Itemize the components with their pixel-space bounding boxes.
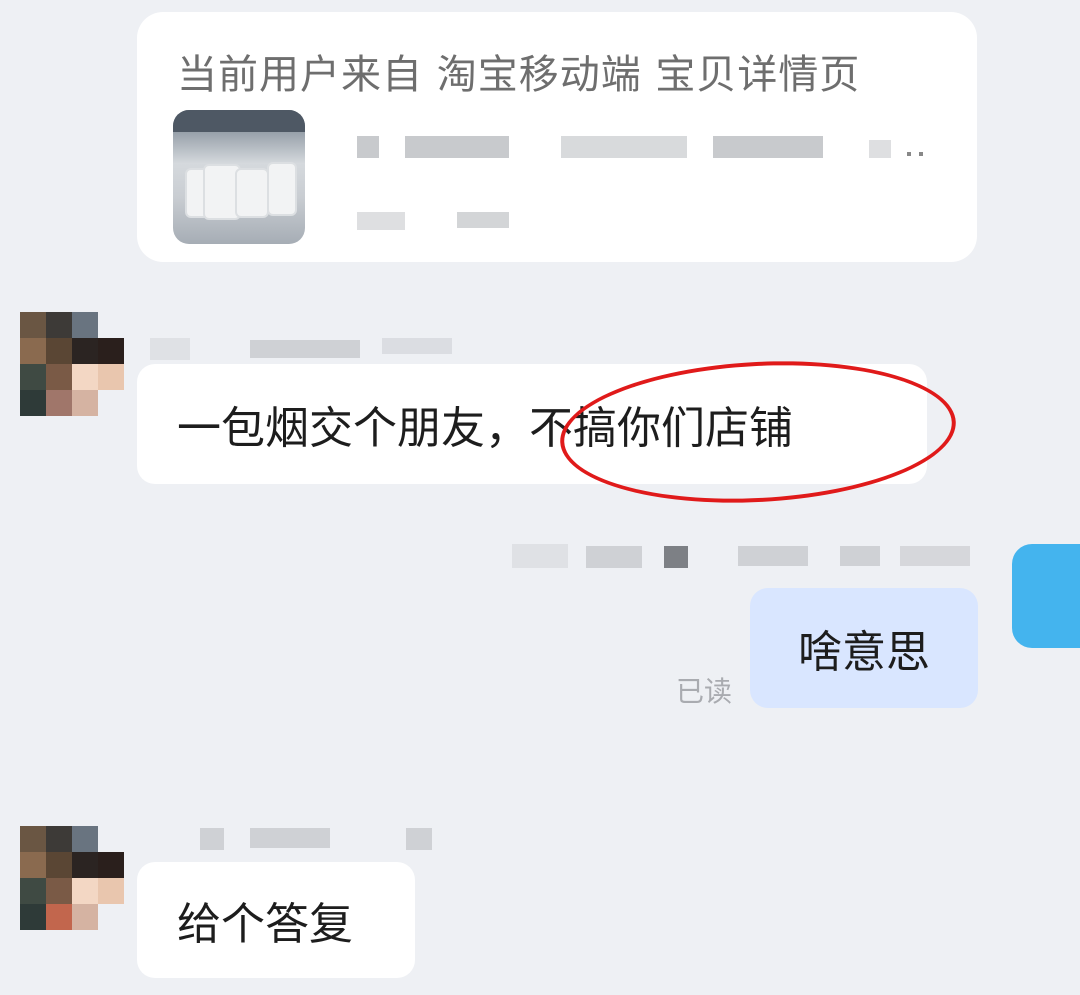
message-text: 啥意思 — [798, 627, 930, 678]
my-avatar[interactable] — [1012, 544, 1080, 648]
message-text: 给个答复 — [177, 899, 353, 950]
customer-avatar[interactable] — [20, 826, 124, 930]
source-info-text: 当前用户来自 淘宝移动端 宝贝详情页 — [177, 52, 861, 98]
customer-avatar[interactable] — [20, 312, 124, 416]
my-message-bubble[interactable]: 啥意思 — [750, 588, 978, 708]
source-card[interactable]: 当前用户来自 淘宝移动端 宝贝详情页 — [137, 12, 977, 262]
read-status: 已读 — [676, 675, 733, 708]
product-thumbnail-icon[interactable] — [173, 110, 305, 244]
message-bubble[interactable]: 给个答复 — [137, 862, 415, 978]
